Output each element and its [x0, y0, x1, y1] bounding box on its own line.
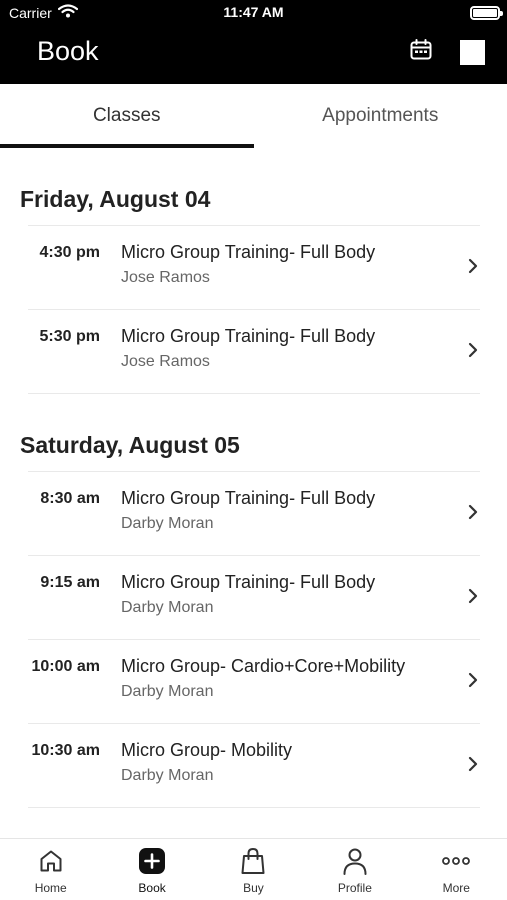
day-header: Friday, August 04 [20, 186, 211, 212]
chevron-right-icon [466, 256, 480, 276]
class-row[interactable]: 5:30 pm Micro Group Training- Full Body … [28, 309, 480, 393]
day-section: Saturday, August 05 8:30 am Micro Group … [0, 394, 507, 808]
chevron-right-icon [466, 340, 480, 360]
divider [28, 807, 480, 808]
chevron-right-icon [466, 670, 480, 690]
tab-classes[interactable]: Classes [0, 84, 254, 148]
tabbar-label: More [442, 881, 470, 895]
book-screen: Carrier 11:47 AM Book Classes Appointmen… [0, 0, 507, 900]
class-row[interactable]: 10:30 am Micro Group- Mobility Darby Mor… [28, 723, 480, 807]
chevron-right-icon [466, 754, 480, 774]
class-time: 8:30 am [40, 490, 100, 507]
tabbar-label: Buy [243, 881, 264, 895]
class-name: Micro Group- Cardio+Core+Mobility [121, 656, 406, 676]
chevron-right-icon [466, 502, 480, 522]
tabbar-label: Book [138, 881, 166, 895]
class-time: 10:30 am [31, 742, 101, 759]
class-instructor: Jose Ramos [121, 353, 210, 370]
segment-tabs: Classes Appointments [0, 84, 507, 148]
shopping-bag-icon [239, 847, 267, 875]
home-icon [37, 847, 65, 875]
chevron-right-icon [466, 586, 480, 606]
class-row[interactable]: 10:00 am Micro Group- Cardio+Core+Mobili… [28, 639, 480, 723]
tabbar-profile[interactable]: Profile [304, 839, 405, 900]
tabbar-home[interactable]: Home [0, 839, 101, 900]
tabbar-label: Profile [337, 881, 372, 895]
status-time: 11:47 AM [223, 4, 284, 20]
page-title: Book [37, 36, 99, 66]
ellipsis-icon [442, 847, 471, 875]
class-name: Micro Group Training- Full Body [121, 572, 376, 592]
class-time: 4:30 pm [39, 244, 100, 261]
class-name: Micro Group- Mobility [121, 740, 293, 760]
person-icon [341, 847, 369, 875]
tabbar-book[interactable]: Book [101, 839, 202, 900]
class-time: 5:30 pm [39, 328, 100, 345]
class-name: Micro Group Training- Full Body [121, 488, 376, 508]
class-instructor: Jose Ramos [121, 269, 210, 286]
class-row[interactable]: 9:15 am Micro Group Training- Full Body … [28, 555, 480, 639]
tabbar-label: Home [34, 881, 67, 895]
top-bar: Carrier 11:47 AM Book [0, 0, 507, 84]
class-name: Micro Group Training- Full Body [121, 242, 376, 262]
class-instructor: Darby Moran [121, 599, 214, 616]
calendar-button[interactable] [408, 38, 434, 67]
class-instructor: Darby Moran [121, 767, 214, 784]
square-icon[interactable] [460, 40, 485, 65]
class-row[interactable]: 8:30 am Micro Group Training- Full Body … [28, 471, 480, 555]
class-instructor: Darby Moran [121, 515, 214, 532]
class-time: 10:00 am [31, 658, 101, 675]
tabbar-buy[interactable]: Buy [203, 839, 304, 900]
class-time: 9:15 am [40, 574, 100, 591]
class-row[interactable]: 4:30 pm Micro Group Training- Full Body … [28, 225, 480, 309]
battery-icon [470, 6, 503, 20]
class-instructor: Darby Moran [121, 683, 214, 700]
day-section: Friday, August 04 4:30 pm Micro Group Tr… [0, 148, 507, 394]
tab-appointments[interactable]: Appointments [254, 84, 507, 148]
tabbar-more[interactable]: More [406, 839, 507, 900]
day-header: Saturday, August 05 [20, 432, 240, 458]
schedule-list: Friday, August 04 4:30 pm Micro Group Tr… [0, 148, 507, 838]
calendar-icon [409, 38, 433, 67]
plus-square-icon [138, 847, 166, 875]
bottom-tab-bar: Home Book Buy Profile More [0, 838, 507, 900]
class-name: Micro Group Training- Full Body [121, 326, 376, 346]
status-bar: Carrier 11:47 AM [0, 0, 507, 24]
